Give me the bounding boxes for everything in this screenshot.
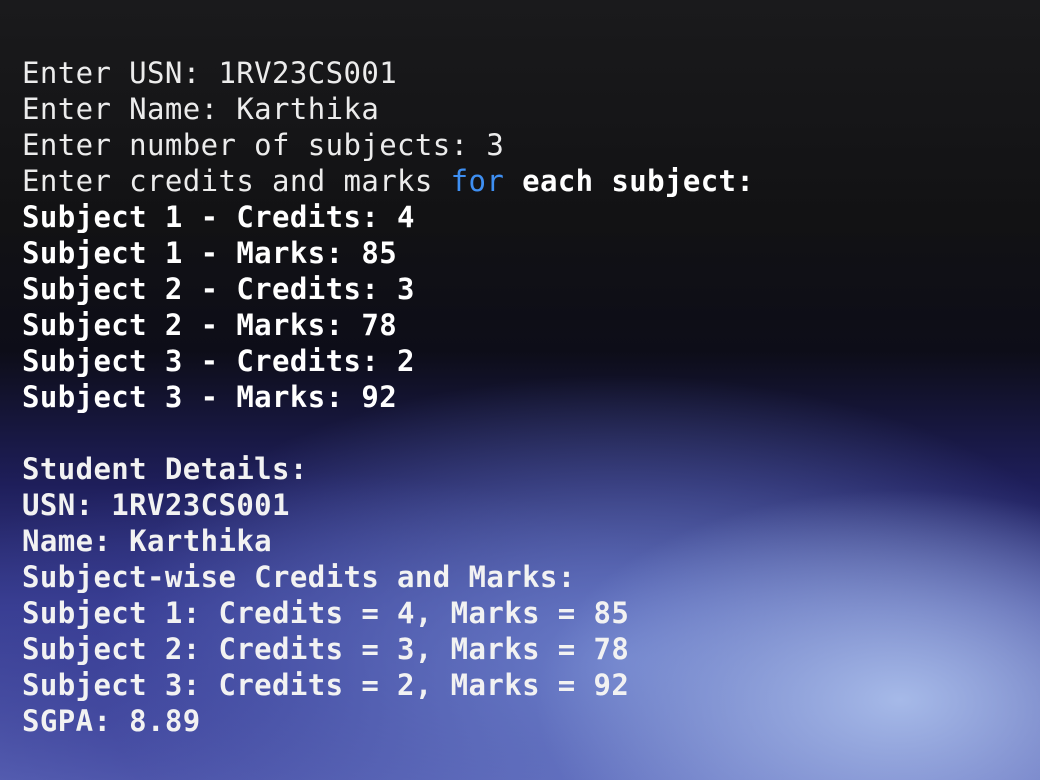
subjectwise-heading: Subject-wise Credits and Marks: xyxy=(22,560,576,594)
terminal-output: Enter USN: 1RV23CS001 Enter Name: Karthi… xyxy=(22,55,1022,739)
subject-input-line: Subject 2 - Credits: 3 xyxy=(22,272,415,306)
prompt-text-before: Enter credits and marks xyxy=(22,164,451,198)
input-line-name: Enter Name: Karthika xyxy=(22,92,380,126)
student-details-heading: Student Details: xyxy=(22,452,308,486)
sgpa-line: SGPA: 8.89 xyxy=(22,704,201,738)
input-line-usn: Enter USN: 1RV23CS001 xyxy=(22,56,398,90)
subject-input-line: Subject 1 - Credits: 4 xyxy=(22,200,415,234)
terminal-window[interactable]: Enter USN: 1RV23CS001 Enter Name: Karthi… xyxy=(0,0,1040,780)
subject-input-line: Subject 1 - Marks: 85 xyxy=(22,236,398,270)
student-usn-line: USN: 1RV23CS001 xyxy=(22,488,290,522)
student-details-output: Student Details: USN: 1RV23CS001 Name: K… xyxy=(22,451,1022,739)
prompt-line-credits-marks: Enter credits and marks for each subject… xyxy=(22,163,1022,199)
prompt-text-after: each subject: xyxy=(504,164,755,198)
subject-summary-line: Subject 2: Credits = 3, Marks = 78 xyxy=(22,632,630,666)
subject-input-line: Subject 3 - Credits: 2 xyxy=(22,344,415,378)
subject-input-line: Subject 3 - Marks: 92 xyxy=(22,380,398,414)
subject-summary-line: Subject 1: Credits = 4, Marks = 85 xyxy=(22,596,630,630)
subject-input-line: Subject 2 - Marks: 78 xyxy=(22,308,398,342)
student-name-line: Name: Karthika xyxy=(22,524,273,558)
subject-summary-line: Subject 3: Credits = 2, Marks = 92 xyxy=(22,668,630,702)
prompt-keyword-for: for xyxy=(450,164,505,198)
input-line-subject-count: Enter number of subjects: 3 xyxy=(22,128,505,162)
